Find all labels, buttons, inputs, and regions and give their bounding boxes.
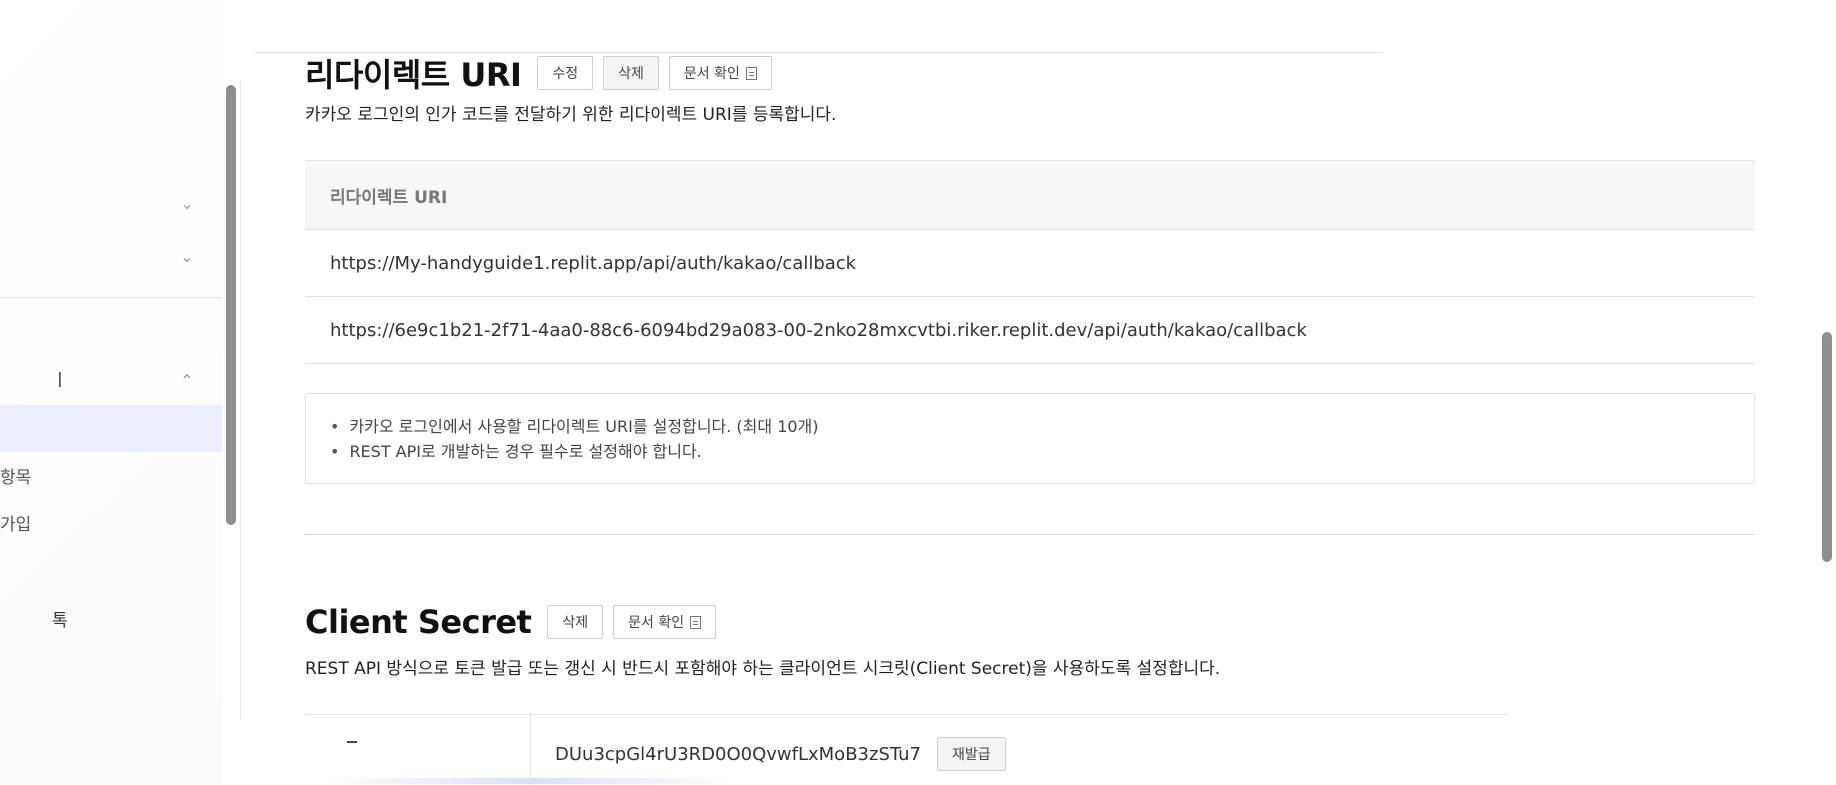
- delete-button[interactable]: 삭제: [547, 605, 604, 639]
- chevron-down-icon[interactable]: ⌄: [178, 195, 196, 213]
- docs-button[interactable]: 문서 확인: [668, 56, 772, 90]
- reissue-button[interactable]: 재발급: [937, 737, 1006, 771]
- delete-button[interactable]: 삭제: [603, 56, 659, 90]
- delete-button-label: 삭제: [562, 615, 589, 631]
- document-icon: [690, 615, 702, 629]
- table-label-cell: [305, 715, 531, 785]
- client-secret-header: Client Secret 삭제 문서 확인: [305, 603, 726, 641]
- sidebar-scrollbar[interactable]: [226, 85, 236, 525]
- note-item: 카카오 로그인에서 사용할 리다이렉트 URI를 설정합니다. (최대 10개): [330, 414, 1754, 439]
- client-secret-code: DUu3cpGl4rU3RD0O0QvwfLxMoB3zSTu7: [555, 743, 921, 765]
- bottom-highlight: [325, 778, 735, 784]
- edit-button-label: 수정: [552, 66, 579, 82]
- sidebar-item-label[interactable]: ㅣ: [52, 366, 68, 391]
- section-title: Client Secret: [305, 603, 532, 641]
- table-header: 리다이렉트 URI: [305, 160, 1755, 230]
- table-row: https://6e9c1b21-2f71-4aa0-88c6-6094bd29…: [305, 297, 1755, 364]
- client-secret-value: DUu3cpGl4rU3RD0O0QvwfLxMoB3zSTu7 재발급: [555, 737, 1006, 771]
- docs-button-label: 문서 확인: [683, 66, 740, 82]
- redirect-uri-header: 리다이렉트 URI 수정 삭제 문서 확인: [305, 50, 782, 96]
- chevron-down-icon[interactable]: ⌄: [178, 248, 196, 266]
- section-separator: [305, 534, 1755, 535]
- reissue-button-label: 재발급: [952, 747, 991, 763]
- chevron-up-icon[interactable]: ⌃: [178, 372, 196, 390]
- sidebar-item-label[interactable]: 항목: [0, 463, 31, 488]
- section-description: REST API 방식으로 토큰 발급 또는 갱신 시 반드시 포함해야 하는 …: [305, 659, 1221, 679]
- table-row: https://My-handyguide1.replit.app/api/au…: [305, 230, 1755, 297]
- sidebar-background: [0, 0, 222, 784]
- sidebar-item-label[interactable]: 톡: [52, 606, 68, 631]
- section-description: 카카오 로그인의 인가 코드를 전달하기 위한 리다이렉트 URI를 등록합니다…: [305, 105, 837, 125]
- document-icon: [745, 66, 757, 80]
- client-secret-table: DUu3cpGl4rU3RD0O0QvwfLxMoB3zSTu7 재발급: [305, 714, 1507, 785]
- note-item: REST API로 개발하는 경우 필수로 설정해야 합니다.: [330, 439, 1754, 464]
- main-content: 리다이렉트 URI 수정 삭제 문서 확인 카카오 로그인의 인가 코드를 전달…: [305, 0, 1755, 785]
- notes-box: 카카오 로그인에서 사용할 리다이렉트 URI를 설정합니다. (최대 10개)…: [305, 393, 1755, 484]
- docs-button-label: 문서 확인: [628, 615, 685, 631]
- delete-button-label: 삭제: [618, 66, 644, 82]
- sidebar: ⌄ ⌄ ㅣ ⌃ 항목 가입 톡: [0, 0, 222, 784]
- sidebar-border: [240, 80, 241, 720]
- section-title: 리다이렉트 URI: [305, 56, 522, 94]
- sidebar-item-active[interactable]: [0, 405, 222, 452]
- sidebar-item-label[interactable]: 가입: [0, 510, 31, 535]
- edit-button[interactable]: 수정: [537, 56, 594, 90]
- docs-button[interactable]: 문서 확인: [613, 605, 717, 639]
- redirect-uri-table: 리다이렉트 URI https://My-handyguide1.replit.…: [305, 160, 1755, 364]
- sidebar-divider: [0, 297, 222, 298]
- page-scrollbar[interactable]: [1822, 332, 1832, 562]
- label-fragment: [347, 741, 357, 743]
